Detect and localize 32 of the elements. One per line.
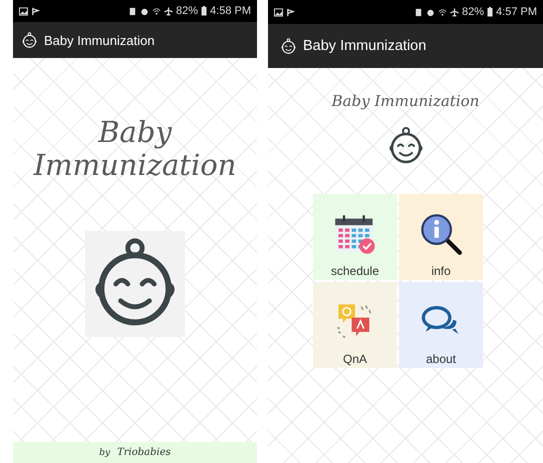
baby-icon xyxy=(280,38,297,54)
wifi-icon xyxy=(438,8,447,16)
app-title: Baby Immunization xyxy=(303,38,426,54)
menu-tile[interactable]: about xyxy=(399,282,483,368)
magnifier-info-icon xyxy=(419,212,463,256)
flag-icon xyxy=(31,6,40,16)
footer-author: Triobabies xyxy=(117,447,171,458)
alarm-icon xyxy=(426,8,435,16)
flag-icon xyxy=(286,8,295,16)
footer-text: by xyxy=(99,448,110,458)
menu-tile[interactable]: info xyxy=(399,194,483,280)
app-logo-title: Baby Immunization xyxy=(332,92,480,110)
app-logo-title: Immunization xyxy=(34,149,236,183)
image-icon xyxy=(274,8,283,16)
battery-percent: 82% xyxy=(176,5,198,17)
app-logo-title: Baby xyxy=(98,116,172,150)
image-icon xyxy=(19,6,28,16)
baby-icon xyxy=(21,32,38,48)
battery-icon xyxy=(487,7,494,17)
menu-tile[interactable]: QnA xyxy=(313,282,397,368)
battery-saver-icon xyxy=(128,6,137,16)
battery-percent: 82% xyxy=(462,6,484,18)
airplane-icon xyxy=(164,6,173,16)
clock-time: 4:58 PM xyxy=(210,5,251,17)
alarm-icon xyxy=(140,6,149,16)
airplane-icon xyxy=(450,8,459,16)
menu-tile[interactable]: schedule xyxy=(313,194,397,280)
wifi-icon xyxy=(152,6,161,16)
battery-saver-icon xyxy=(414,8,423,16)
app-title: Baby Immunization xyxy=(44,32,155,48)
battery-icon xyxy=(201,6,208,16)
clock-time: 4:57 PM xyxy=(496,6,537,18)
